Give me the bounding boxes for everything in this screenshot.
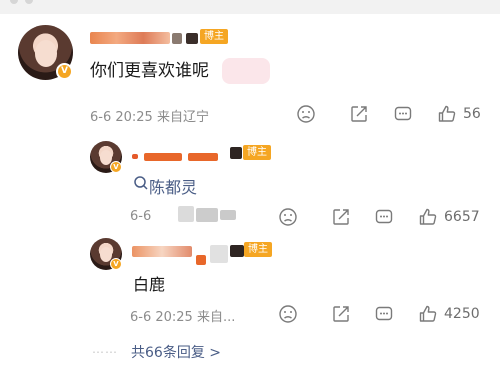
dislike-icon[interactable] — [278, 207, 298, 227]
blogger-badge: 博主 — [244, 242, 272, 257]
like-icon[interactable] — [418, 207, 438, 227]
verified-icon: V — [110, 258, 122, 270]
redacted-block — [196, 255, 206, 265]
share-icon[interactable] — [349, 104, 369, 124]
redacted-block — [188, 153, 218, 161]
sticker-image — [222, 58, 270, 84]
verified-icon: V — [110, 161, 122, 173]
comment-text: 你们更喜欢谁呢 — [90, 61, 209, 81]
redacted-block — [196, 208, 218, 222]
redacted-username[interactable] — [90, 32, 170, 44]
share-icon[interactable] — [331, 207, 351, 227]
comment-icon[interactable] — [374, 207, 394, 227]
dislike-icon[interactable] — [278, 304, 298, 324]
blogger-badge: 博主 — [200, 29, 228, 44]
reply-time-location: 6-6 20:25 来自... — [130, 310, 236, 325]
redacted-block — [220, 210, 236, 220]
reply-time-location: 6-6 — [130, 209, 152, 224]
dislike-icon[interactable] — [296, 104, 316, 124]
redacted-block — [210, 245, 228, 263]
previous-content-strip — [0, 0, 500, 14]
like-icon[interactable] — [437, 104, 457, 124]
redacted-username[interactable] — [144, 153, 182, 161]
comment-icon[interactable] — [393, 104, 413, 124]
search-icon — [133, 175, 149, 191]
comment-time-location: 6-6 20:25 来自辽宁 — [90, 110, 209, 125]
redacted-block — [230, 245, 244, 257]
redacted-block — [132, 154, 138, 159]
blogger-badge: 博主 — [243, 145, 271, 160]
like-count: 4250 — [444, 306, 480, 322]
redacted-block — [230, 147, 242, 159]
redacted-block — [178, 206, 194, 222]
dot-icon — [25, 0, 33, 4]
search-link[interactable]: 陈都灵 — [149, 174, 197, 198]
avatar-face — [34, 40, 57, 67]
verified-icon: V — [56, 63, 73, 80]
like-count: 6657 — [444, 209, 480, 225]
redacted-block — [172, 33, 182, 44]
reply-text: 白鹿 — [133, 275, 166, 294]
comment-icon[interactable] — [374, 304, 394, 324]
redacted-username[interactable] — [132, 246, 192, 257]
share-icon[interactable] — [331, 304, 351, 324]
like-count: 56 — [463, 106, 481, 122]
redacted-block — [186, 33, 198, 44]
reply-divider-dots: ⋯⋯ — [92, 345, 118, 359]
like-icon[interactable] — [418, 304, 438, 324]
dot-icon — [10, 0, 18, 4]
view-more-replies-link[interactable]: 共66条回复 > — [131, 342, 221, 362]
